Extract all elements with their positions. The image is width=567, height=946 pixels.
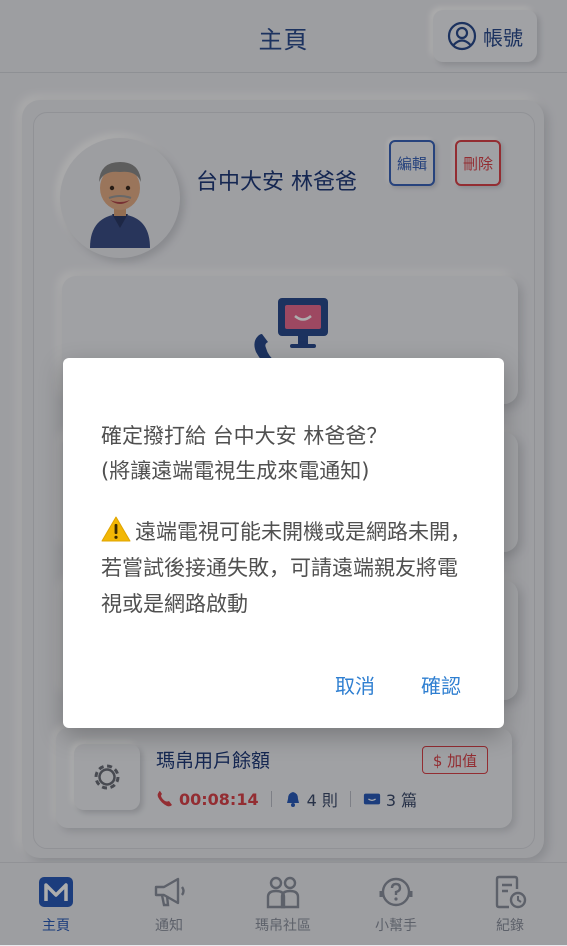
- confirm-button[interactable]: 確認: [421, 670, 461, 699]
- cancel-button[interactable]: 取消: [335, 670, 375, 699]
- dialog-question: 確定撥打給 台中大安 林爸爸？: [101, 424, 388, 448]
- dialog-warning: 遠端電視可能未開機或是網路未開，若嘗試後接通失敗，可請遠端親友將電視或是網路啟動: [101, 514, 471, 622]
- dialog-subtext: (將讓遠端電視生成來電通知): [101, 459, 370, 483]
- warning-icon: [101, 516, 131, 542]
- call-confirm-dialog: 確定撥打給 台中大安 林爸爸？ (將讓遠端電視生成來電通知) 遠端電視可能未開機…: [63, 358, 504, 728]
- dialog-warning-text: 遠端電視可能未開機或是網路未開，若嘗試後接通失敗，可請遠端親友將電視或是網路啟動: [101, 520, 471, 616]
